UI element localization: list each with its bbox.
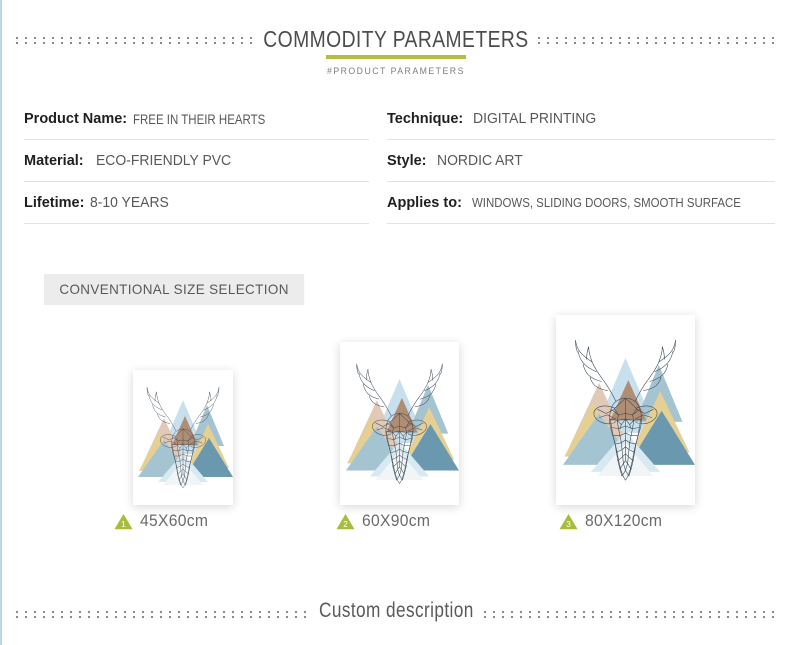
size-option-label: 60X90cm (362, 512, 431, 530)
size-option-number: 1 (121, 519, 126, 529)
parameter-value: FREE IN THEIR HEARTS (133, 110, 266, 127)
parameter-value: NORDIC ART (436, 152, 523, 169)
product-parameters-page: COMMODITY PARAMETERS #PRODUCT PARAMETERS… (0, 0, 790, 645)
page-title: COMMODITY PARAMETERS (255, 26, 537, 52)
geometric-deer-artwork (340, 342, 459, 505)
parameters-column-right: Technique: DIGITAL PRINTING Style: NORDI… (387, 98, 775, 224)
parameter-row-material: Material: ECO-FRIENDLY PVC (24, 140, 369, 182)
parameter-value: ECO-FRIENDLY PVC (95, 152, 231, 169)
footer-title: Custom description (310, 596, 482, 626)
parameter-value: 8-10 YEARS (90, 194, 170, 211)
poster-card-small[interactable] (133, 370, 233, 505)
parameter-row-applies-to: Applies to: WINDOWS, SLIDING DOORS, SMOO… (387, 182, 775, 224)
page-subtitle: #PRODUCT PARAMETERS (327, 66, 465, 77)
parameter-label: Material: (24, 152, 84, 169)
size-option-3[interactable]: 3 80X120cm (559, 512, 666, 531)
page-footer: Custom description (2, 592, 790, 637)
size-preview-gallery (2, 300, 790, 505)
geometric-deer-artwork (556, 315, 695, 505)
number-badge-triangle-icon: 2 (336, 513, 355, 530)
page-header: COMMODITY PARAMETERS #PRODUCT PARAMETERS (2, 0, 790, 88)
title-accent-bar (326, 55, 466, 59)
parameter-label: Style: (387, 152, 427, 169)
parameter-row-style: Style: NORDIC ART (387, 140, 775, 182)
parameter-row-lifetime: Lifetime: 8-10 YEARS (24, 182, 369, 224)
parameter-label: Applies to: (387, 194, 462, 211)
parameter-value: WINDOWS, SLIDING DOORS, SMOOTH SURFACE (471, 195, 741, 210)
size-option-number: 3 (566, 519, 571, 529)
size-option-number: 2 (343, 519, 348, 529)
number-badge-triangle-icon: 1 (114, 513, 133, 530)
geometric-deer-artwork (133, 370, 233, 505)
footer-title-group: Custom description (2, 596, 790, 626)
number-badge-triangle-icon: 3 (559, 513, 578, 530)
parameter-label: Lifetime: (24, 194, 85, 211)
size-option-label: 45X60cm (140, 512, 209, 530)
parameters-table: Product Name: FREE IN THEIR HEARTS Mater… (24, 98, 775, 224)
parameter-value: DIGITAL PRINTING (473, 110, 597, 127)
poster-card-medium[interactable] (340, 342, 459, 505)
header-title-group: COMMODITY PARAMETERS #PRODUCT PARAMETERS (2, 26, 790, 77)
size-option-1[interactable]: 1 45X60cm (114, 512, 212, 531)
parameter-row-product-name: Product Name: FREE IN THEIR HEARTS (24, 98, 369, 140)
parameter-row-technique: Technique: DIGITAL PRINTING (387, 98, 775, 140)
size-option-2[interactable]: 2 60X90cm (336, 512, 434, 531)
parameter-label: Technique: (387, 110, 464, 127)
parameter-label: Product Name: (24, 110, 128, 127)
poster-card-large[interactable] (556, 315, 695, 505)
parameters-column-left: Product Name: FREE IN THEIR HEARTS Mater… (24, 98, 369, 224)
size-option-label: 80X120cm (585, 512, 663, 530)
size-option-labels: 1 45X60cm 2 60X90cm 3 80X120cm (2, 512, 790, 544)
